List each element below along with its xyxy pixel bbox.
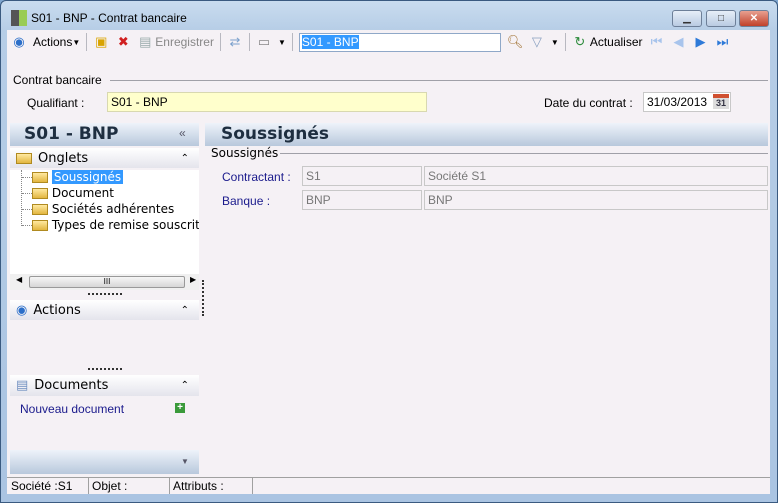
- status-societe: Société :S1: [8, 477, 89, 494]
- app-icon: [11, 10, 27, 26]
- tree-item-document[interactable]: Document: [32, 186, 114, 200]
- refresh-icon[interactable]: ↻: [572, 34, 588, 50]
- contractant-label: Contractant :: [222, 170, 291, 184]
- contractant-code-field[interactable]: S1: [302, 166, 422, 186]
- new-icon[interactable]: ▣: [93, 34, 109, 50]
- status-objet: Objet :: [89, 477, 170, 494]
- sidebar-footer: ▼: [10, 450, 199, 474]
- tabs-tree: Soussignés Document Sociétés adhérentes …: [10, 170, 199, 274]
- close-button[interactable]: ✕: [739, 10, 769, 27]
- collapse-icon[interactable]: ⌃: [181, 153, 189, 164]
- main-title: Soussignés: [221, 124, 330, 144]
- minimize-button[interactable]: ▁: [672, 10, 702, 27]
- previous-record-icon[interactable]: ◀: [671, 34, 687, 50]
- chevron-down-icon[interactable]: ▼: [181, 457, 189, 466]
- tree-item-soussignes[interactable]: Soussignés: [32, 170, 124, 184]
- collapse-sidebar-icon[interactable]: «: [179, 126, 186, 140]
- search-icon[interactable]: 🔍︎: [507, 34, 524, 50]
- documents-header[interactable]: ▤ Documents ⌃: [10, 375, 199, 396]
- maximize-button[interactable]: □: [706, 10, 736, 27]
- documents-title: Documents: [34, 378, 109, 393]
- banque-label: Banque :: [222, 194, 271, 208]
- splitter-vertical[interactable]: [202, 280, 204, 316]
- main-header: Soussignés: [205, 123, 768, 146]
- collapse-icon[interactable]: ⌃: [181, 380, 189, 391]
- save-button[interactable]: Enregistrer: [155, 35, 214, 49]
- filter-icon[interactable]: ▽: [529, 34, 545, 50]
- divider: [280, 153, 768, 154]
- splitter[interactable]: [88, 368, 122, 370]
- document-icon: ▤: [16, 378, 29, 393]
- sync-icon[interactable]: ⇄: [227, 34, 243, 50]
- splitter[interactable]: [88, 293, 122, 295]
- add-icon[interactable]: +: [175, 403, 185, 413]
- target-icon: ◉: [16, 302, 28, 318]
- actions-header[interactable]: ◉ Actions ⌃: [10, 300, 199, 320]
- window-title: S01 - BNP - Contrat bancaire: [31, 11, 187, 25]
- qualifiant-input[interactable]: S01 - BNP: [107, 92, 427, 112]
- new-document-link[interactable]: Nouveau document: [20, 402, 124, 416]
- divider: [110, 80, 768, 81]
- collapse-icon[interactable]: ⌃: [181, 305, 189, 316]
- folder-icon: [16, 152, 32, 164]
- scroll-thumb[interactable]: III: [29, 276, 185, 288]
- actions-title: Actions: [33, 302, 81, 318]
- banque-name-field[interactable]: BNP: [424, 190, 768, 210]
- last-record-icon[interactable]: ⏭: [715, 34, 731, 50]
- tree-item-societes-adherentes[interactable]: Sociétés adhérentes: [32, 202, 174, 216]
- search-input[interactable]: S01 - BNP: [298, 32, 501, 52]
- delete-icon[interactable]: ✖: [115, 34, 131, 50]
- main-group-label: Soussignés: [211, 146, 279, 160]
- actions-menu[interactable]: Actions: [33, 35, 72, 49]
- banque-code-field[interactable]: BNP: [302, 190, 422, 210]
- contractant-name-field[interactable]: Société S1: [424, 166, 768, 186]
- onglets-header[interactable]: Onglets ⌃: [10, 148, 199, 168]
- date-label: Date du contrat :: [544, 96, 633, 110]
- onglets-title: Onglets: [38, 150, 89, 166]
- qualifiant-label: Qualifiant :: [27, 96, 85, 110]
- status-attributs: Attributs :: [170, 477, 253, 494]
- print-icon[interactable]: ▭: [256, 34, 272, 50]
- header-group-label: Contrat bancaire: [13, 73, 102, 87]
- next-record-icon[interactable]: ▶: [693, 34, 709, 50]
- save-icon[interactable]: ▤: [137, 34, 153, 50]
- sidebar-title: S01 - BNP: [24, 124, 119, 144]
- toolbar: ◉ Actions ▼ ▣ ✖ ▤ Enregistrer ⇄ ▭ ▼ S01 - …: [7, 30, 770, 54]
- refresh-button[interactable]: Actualiser: [590, 35, 643, 49]
- first-record-icon[interactable]: ⏮: [649, 34, 665, 50]
- sidebar-header: S01 - BNP «: [10, 123, 199, 146]
- target-icon[interactable]: ◉: [11, 34, 27, 50]
- calendar-icon[interactable]: 31: [713, 94, 729, 109]
- horizontal-scrollbar[interactable]: ◀ III ▶: [10, 274, 199, 290]
- tree-item-types-remise[interactable]: Types de remise souscrits: [32, 218, 199, 232]
